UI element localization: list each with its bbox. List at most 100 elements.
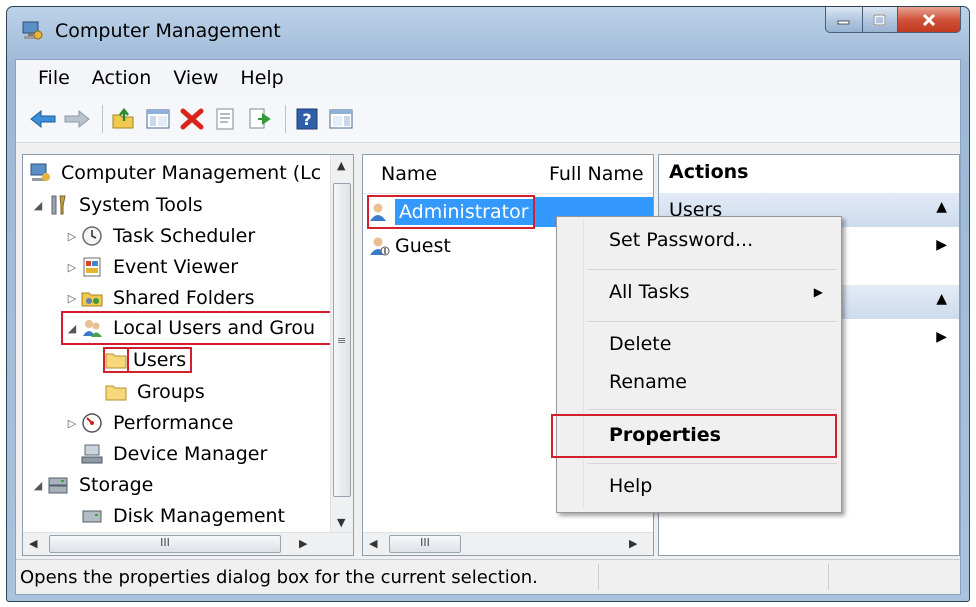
list-row-guest[interactable]: Guest: [369, 231, 451, 261]
tree-item-performance[interactable]: ▷ Performance: [63, 408, 234, 438]
submenu-arrow-icon[interactable]: ▶: [936, 237, 947, 253]
expand-arrow-icon[interactable]: ▷: [63, 417, 81, 430]
close-button[interactable]: [898, 7, 961, 33]
up-folder-icon[interactable]: [109, 104, 139, 134]
menu-action[interactable]: Action: [81, 67, 163, 89]
tree-item-users[interactable]: Users: [103, 345, 193, 375]
system-tools-icon: [47, 194, 69, 216]
menu-item-delete[interactable]: Delete: [609, 333, 671, 355]
tree-item-device-manager[interactable]: Device Manager: [81, 439, 267, 469]
shared-folders-icon: [81, 287, 103, 309]
tree-item-storage[interactable]: ◢ Storage: [29, 470, 154, 500]
event-viewer-icon: [81, 256, 103, 278]
tree-item-label: Storage: [79, 474, 154, 496]
scroll-up-arrow-icon[interactable]: ▲: [337, 159, 345, 172]
collapse-section-icon[interactable]: ▲: [936, 199, 947, 215]
svg-text:?: ?: [302, 110, 311, 129]
status-divider: [828, 564, 829, 590]
tree-item-label: Users: [126, 347, 193, 373]
tree-item-disk-management[interactable]: Disk Management: [81, 501, 285, 531]
expand-arrow-icon[interactable]: ▷: [63, 230, 81, 243]
menu-item-all-tasks[interactable]: All Tasks: [609, 281, 690, 303]
tree-item-system-tools[interactable]: ◢ System Tools: [29, 190, 203, 220]
maximize-button[interactable]: [863, 7, 898, 33]
tree-item-label: Groups: [137, 381, 205, 403]
scroll-right-arrow-icon[interactable]: ▶: [629, 537, 637, 550]
tree-item-label: System Tools: [79, 194, 203, 216]
menu-view[interactable]: View: [162, 67, 229, 89]
tree-item-shared-folders[interactable]: ▷ Shared Folders: [63, 283, 255, 313]
column-header-full-name[interactable]: Full Name: [549, 163, 644, 185]
menu-file[interactable]: File: [16, 67, 81, 89]
scroll-down-arrow-icon[interactable]: ▼: [337, 516, 345, 529]
status-divider: [598, 564, 599, 590]
scroll-left-arrow-icon[interactable]: ◀: [369, 537, 377, 550]
delete-icon[interactable]: [177, 104, 207, 134]
minimize-button[interactable]: [825, 7, 863, 33]
window-title: Computer Management: [55, 20, 281, 42]
menu-separator: [587, 409, 837, 410]
console-tree: Computer Management (Lc ◢ System Tools ▷…: [22, 154, 354, 556]
user-icon: [369, 235, 391, 257]
properties-icon[interactable]: [211, 104, 241, 134]
menu-item-rename[interactable]: Rename: [609, 371, 687, 393]
menu-separator: [587, 463, 837, 464]
tree-item-label: Computer Management (Lc: [61, 162, 322, 184]
toolbar: ?: [16, 96, 960, 143]
tree-item-event-viewer[interactable]: ▷ Event Viewer: [63, 252, 238, 282]
menu-item-properties[interactable]: Properties: [551, 414, 837, 458]
menu-separator: [587, 269, 837, 270]
menu-item-help[interactable]: Help: [609, 475, 652, 497]
tree-horizontal-scrollbar[interactable]: ◀ III ▶: [23, 532, 353, 555]
storage-icon: [47, 474, 69, 496]
submenu-arrow-icon[interactable]: ▶: [936, 329, 947, 345]
tree-item-local-users-and-groups[interactable]: ◢ Local Users and Grou: [61, 311, 345, 345]
context-menu: Set Password... All Tasks ▶ Delete Renam…: [551, 216, 842, 513]
tree-item-label: Event Viewer: [113, 256, 239, 278]
expand-arrow-icon[interactable]: ▷: [63, 261, 81, 274]
tree-vertical-scrollbar[interactable]: ▲ ≡ ▼: [330, 155, 353, 533]
computer-management-app-icon: [21, 21, 43, 41]
scroll-thumb[interactable]: III: [389, 535, 461, 553]
export-list-icon[interactable]: [245, 104, 275, 134]
tree-item-groups[interactable]: Groups: [105, 377, 205, 407]
scroll-thumb[interactable]: ≡: [333, 183, 351, 497]
list-row-administrator[interactable]: Administrator: [367, 195, 535, 229]
tree-item-label: Task Scheduler: [113, 225, 256, 247]
toolbar-separator: [102, 105, 103, 133]
submenu-arrow-icon: ▶: [813, 285, 823, 299]
collapse-arrow-icon[interactable]: ◢: [29, 199, 47, 212]
collapse-arrow-icon[interactable]: ◢: [29, 479, 47, 492]
expand-arrow-icon[interactable]: ▷: [63, 292, 81, 305]
column-header-row: Name Full Name: [363, 155, 653, 194]
folder-icon: [105, 381, 127, 403]
tree-item-task-scheduler[interactable]: ▷ Task Scheduler: [63, 221, 255, 251]
folder-icon: [103, 347, 129, 373]
show-hide-action-pane-icon[interactable]: [326, 104, 356, 134]
show-hide-tree-icon[interactable]: [143, 104, 173, 134]
scroll-thumb[interactable]: III: [49, 535, 281, 553]
list-row-label: Guest: [395, 235, 451, 257]
menu-help[interactable]: Help: [229, 67, 294, 89]
help-icon[interactable]: ?: [292, 104, 322, 134]
toolbar-separator: [285, 105, 286, 133]
menu-item-set-password[interactable]: Set Password...: [609, 229, 753, 251]
collapse-arrow-icon[interactable]: ◢: [63, 322, 81, 335]
title-bar[interactable]: Computer Management: [7, 7, 969, 59]
back-arrow-icon[interactable]: [28, 104, 58, 134]
device-manager-icon: [81, 443, 103, 465]
tree-item-computer-management[interactable]: Computer Management (Lc: [29, 158, 321, 188]
tree-item-label: Local Users and Grou: [113, 317, 316, 339]
column-header-name[interactable]: Name: [381, 163, 437, 185]
computer-management-icon: [29, 162, 51, 184]
status-bar: Opens the properties dialog box for the …: [16, 559, 960, 594]
scroll-right-arrow-icon[interactable]: ▶: [299, 537, 307, 550]
clock-icon: [81, 225, 103, 247]
list-horizontal-scrollbar[interactable]: ◀ III ▶: [363, 532, 653, 555]
scroll-left-arrow-icon[interactable]: ◀: [29, 537, 37, 550]
status-text: Opens the properties dialog box for the …: [20, 566, 538, 588]
forward-arrow-icon[interactable]: [62, 104, 92, 134]
menu-separator: [587, 321, 837, 322]
collapse-section-icon[interactable]: ▲: [936, 291, 947, 307]
list-row-label: Administrator: [395, 199, 533, 225]
